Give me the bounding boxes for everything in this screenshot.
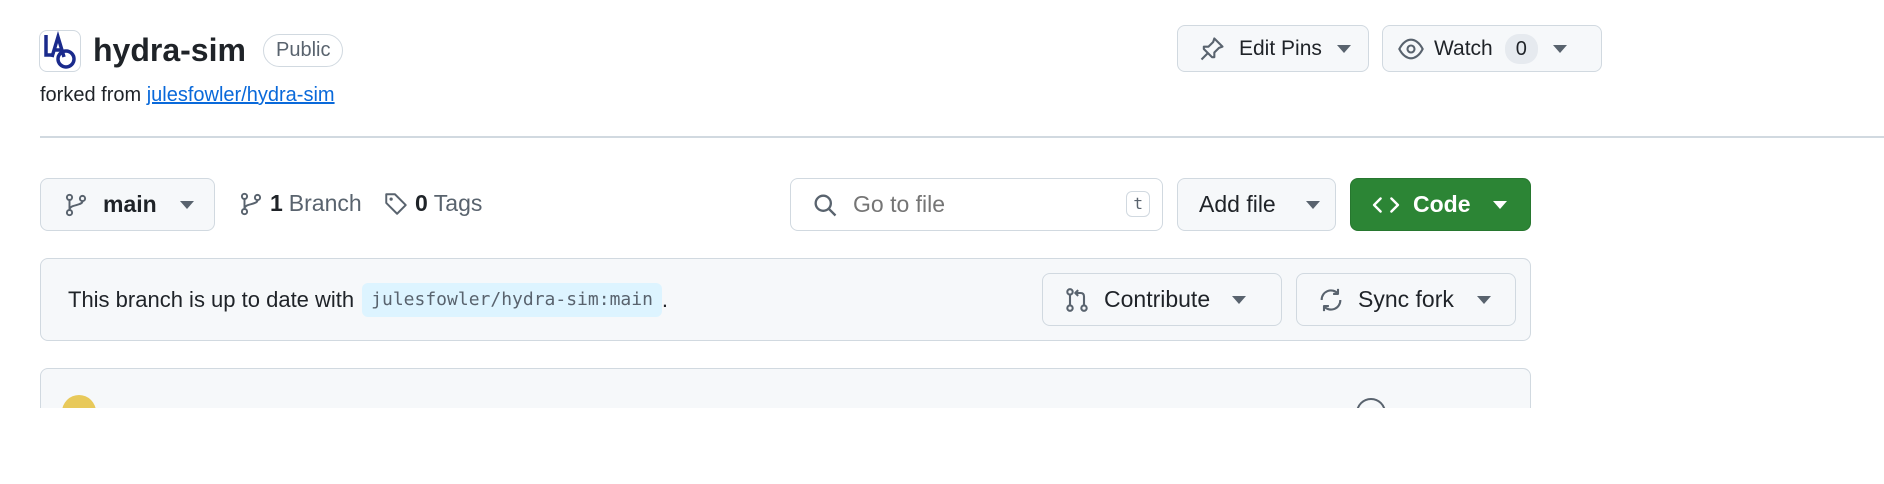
go-to-file-search[interactable]: t [790,178,1163,231]
lao-logo-icon [44,31,76,69]
branch-name: main [103,191,157,217]
eye-icon [1398,38,1424,59]
chevron-down-icon [179,200,194,209]
branch-selector[interactable]: main [40,178,215,231]
git-branch-icon [65,193,87,216]
fork-status-suffix: . [661,287,669,312]
tag-count: 0 [415,190,428,216]
branches-link[interactable]: 1 Branch [238,190,362,217]
add-file-button[interactable]: Add file [1177,178,1336,231]
chevron-down-icon [1305,200,1320,209]
sync-fork-label: Sync fork [1358,286,1454,312]
watch-count: 0 [1504,33,1538,64]
search-shortcut-key: t [1126,191,1150,217]
sync-fork-button[interactable]: Sync fork [1296,273,1516,326]
git-branch-icon [240,192,262,215]
repo-avatar [39,30,81,72]
forked-from-link[interactable]: julesfowler/hydra-sim [147,84,335,106]
history-icon[interactable] [1356,398,1386,408]
tag-icon [385,192,407,215]
pin-icon [1200,36,1224,60]
header-divider [40,136,1884,138]
watch-button[interactable]: Watch 0 [1382,25,1602,72]
search-input[interactable] [851,190,1105,219]
code-label: Code [1413,191,1471,217]
latest-commit-box [40,368,1531,408]
branch-count: 1 [270,190,283,216]
tag-label: Tags [433,190,483,216]
chevron-down-icon [1232,295,1247,304]
forked-from-line: forked from julesfowler/hydra-sim [40,82,335,108]
fork-status-text: This branch is up to date with julesfowl… [68,283,668,317]
search-icon [814,194,837,216]
chevron-down-icon [1552,44,1567,53]
upstream-ref[interactable]: julesfowler/hydra-sim:main [362,283,662,317]
visibility-badge: Public [263,34,344,67]
contribute-button[interactable]: Contribute [1042,273,1282,326]
edit-pins-label: Edit Pins [1239,36,1322,60]
forked-from-prefix: forked from [40,84,142,106]
add-file-label: Add file [1199,191,1276,217]
contribute-label: Contribute [1104,286,1211,312]
chevron-down-icon [1476,295,1491,304]
code-icon [1372,196,1400,213]
pull-request-icon [1066,287,1088,312]
edit-pins-button[interactable]: Edit Pins [1177,25,1369,72]
tags-link[interactable]: 0 Tags [383,190,482,217]
watch-label: Watch [1434,36,1493,60]
chevron-down-icon [1492,200,1507,209]
repo-name[interactable]: hydra-sim [93,29,246,71]
code-button[interactable]: Code [1350,178,1531,231]
branch-label: Branch [288,190,362,216]
author-avatar[interactable] [62,395,96,408]
sync-icon [1320,288,1342,311]
fork-status-prefix: This branch is up to date with [68,287,355,312]
chevron-down-icon [1336,44,1351,53]
